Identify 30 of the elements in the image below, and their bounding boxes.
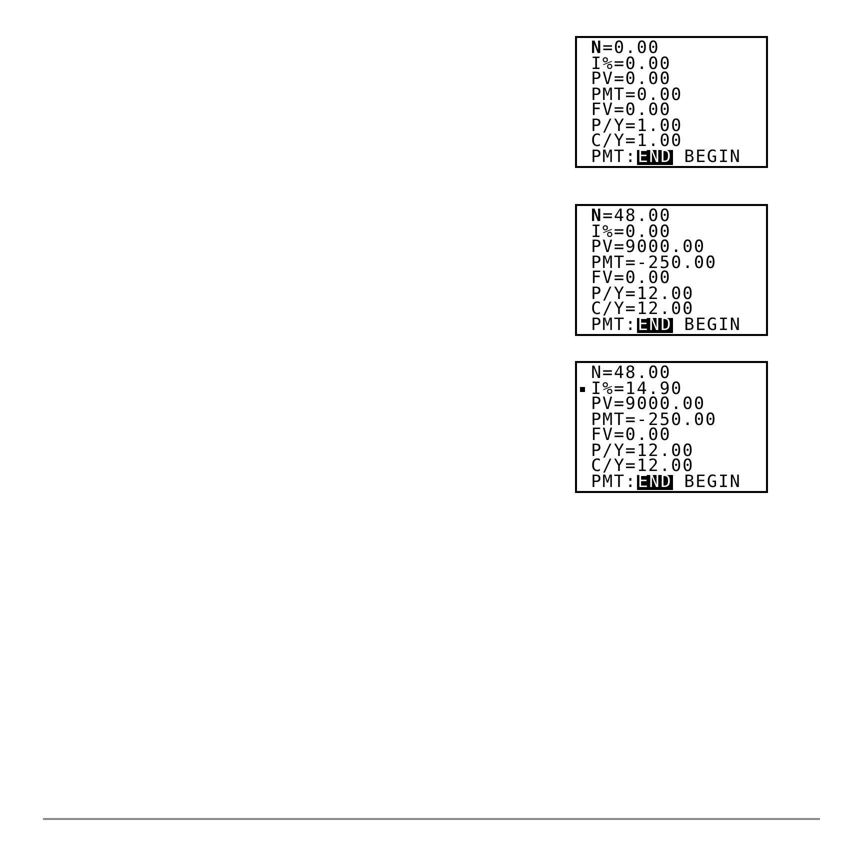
screen-line: P/Y=12.00 [591,286,694,302]
payment-option[interactable]: BEGIN [683,150,742,165]
screen-line: C/Y=1.00 [591,134,682,150]
screen-line: PV=9000.00 [591,240,706,256]
screen-line: P/Y=1.00 [591,118,682,134]
screen-line: PV=0.00 [591,72,672,88]
payment-label: PMT: [591,150,637,165]
screen-line: N=0.00 [591,41,660,56]
payment-label: PMT: [591,474,637,490]
screen-line: PMT=0.00 [591,88,682,103]
screen-line: C/Y=12.00 [591,302,694,318]
screen-line: N=48.00 [591,366,672,382]
payment-option[interactable]: END [636,318,674,333]
screen-line: I%=0.00 [591,56,672,72]
screen-line: FV=0.00 [591,103,672,118]
screen-line: I%=14.90 [591,382,682,397]
payment-option[interactable]: BEGIN [683,474,742,490]
screen-line: FV=0.00 [591,271,672,286]
screen-line: P/Y=12.00 [591,444,694,459]
screen-line: C/Y=12.00 [591,459,694,474]
payment-option[interactable]: END [636,150,674,165]
screen-line: FV=0.00 [591,428,672,444]
screen-line: PV=9000.00 [591,397,706,412]
payment-label: PMT: [591,318,637,333]
screen-line: PMT=-250.00 [591,412,717,428]
payment-option[interactable]: BEGIN [683,318,742,333]
payment-option[interactable]: END [636,474,674,490]
screen-line: I%=0.00 [591,224,672,240]
screen-line: N=48.00 [591,209,672,224]
screen-line: PMT=-250.00 [591,256,717,271]
